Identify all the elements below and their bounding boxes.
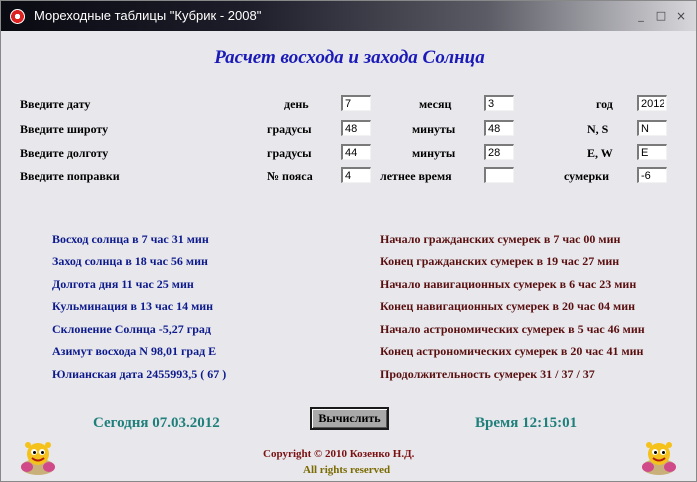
month-label: месяц bbox=[419, 97, 452, 111]
declination-result: Склонение Солнца -5,27 град bbox=[52, 322, 211, 336]
today-date: Сегодня 07.03.2012 bbox=[93, 415, 220, 431]
lon-degrees-input[interactable] bbox=[341, 144, 371, 160]
twilight-input[interactable] bbox=[637, 167, 667, 183]
twilight-duration-result: Продолжительность сумерек 31 / 37 / 37 bbox=[380, 367, 595, 381]
current-time: Время 12:15:01 bbox=[475, 415, 578, 431]
julian-date-result: Юлианская дата 2455993,5 ( 67 ) bbox=[52, 367, 227, 381]
calculate-button[interactable]: Вычислить bbox=[310, 407, 389, 430]
lat-minutes-label: минуты bbox=[412, 122, 456, 136]
year-input[interactable] bbox=[637, 95, 667, 111]
lon-minutes-input[interactable] bbox=[484, 144, 514, 160]
culmination-result: Кульминация в 13 час 14 мин bbox=[52, 299, 214, 313]
lat-minutes-input[interactable] bbox=[484, 120, 514, 136]
month-input[interactable] bbox=[484, 95, 514, 111]
copyright-text: Copyright © 2010 Козенко Н.Д. bbox=[263, 448, 415, 460]
civil-twilight-start-result: Начало гражданских сумерек в 7 час 00 ми… bbox=[380, 232, 621, 246]
app-window: Мореходные таблицы "Кубрик - 2008" _ □ ×… bbox=[0, 0, 697, 482]
rights-text: All rights reserved bbox=[303, 464, 391, 476]
day-length-result: Долгота дня 11 час 25 мин bbox=[52, 277, 194, 291]
day-input[interactable] bbox=[341, 95, 371, 111]
dst-input[interactable] bbox=[484, 167, 514, 183]
timezone-input[interactable] bbox=[341, 167, 371, 183]
window-title: Мореходные таблицы "Кубрик - 2008" bbox=[34, 8, 262, 23]
nautical-twilight-start-result: Начало навигационных сумерек в 6 час 23 … bbox=[380, 277, 637, 291]
lifebuoy-icon[interactable] bbox=[10, 9, 25, 24]
latitude-label: Введите широту bbox=[20, 122, 109, 136]
astronomical-twilight-start-result: Начало астрономических сумерек в 5 час 4… bbox=[380, 322, 645, 336]
year-label: год bbox=[596, 97, 613, 111]
lat-degrees-label: градусы bbox=[267, 122, 312, 136]
lon-minutes-label: минуты bbox=[412, 146, 456, 160]
day-label: день bbox=[284, 97, 309, 111]
dst-label: летнее время bbox=[380, 169, 452, 183]
lon-degrees-label: градусы bbox=[267, 146, 312, 160]
longitude-label: Введите долготу bbox=[20, 146, 109, 160]
cartoon-mascot-icon bbox=[642, 442, 676, 475]
title-bar[interactable]: Мореходные таблицы "Кубрик - 2008" _ □ × bbox=[1, 1, 696, 31]
nautical-twilight-end-result: Конец навигационных сумерек в 20 час 04 … bbox=[380, 299, 636, 313]
lat-degrees-input[interactable] bbox=[341, 120, 371, 136]
astronomical-twilight-end-result: Конец астрономических сумерек в 20 час 4… bbox=[380, 344, 644, 358]
close-button[interactable]: × bbox=[675, 10, 687, 22]
lon-hemisphere-label: E, W bbox=[587, 146, 613, 160]
maximize-button[interactable]: □ bbox=[655, 10, 667, 22]
cartoon-mascot-icon bbox=[21, 442, 55, 475]
date-label: Введите дату bbox=[20, 97, 91, 111]
minimize-button[interactable]: _ bbox=[635, 10, 647, 22]
lat-hemisphere-input[interactable] bbox=[637, 120, 667, 136]
sunset-result: Заход солнца в 18 час 56 мин bbox=[52, 254, 208, 268]
lat-hemisphere-label: N, S bbox=[587, 122, 609, 136]
page-title: Расчет восхода и захода Солнца bbox=[214, 47, 485, 68]
corrections-label: Введите поправки bbox=[20, 169, 120, 183]
civil-twilight-end-result: Конец гражданских сумерек в 19 час 27 ми… bbox=[380, 254, 620, 268]
twilight-label: сумерки bbox=[564, 169, 610, 183]
lon-hemisphere-input[interactable] bbox=[637, 144, 667, 160]
sunrise-azimuth-result: Азимут восхода N 98,01 град E bbox=[52, 344, 217, 358]
timezone-label: № пояса bbox=[267, 169, 313, 183]
sunrise-result: Восход солнца в 7 час 31 мин bbox=[52, 232, 209, 246]
